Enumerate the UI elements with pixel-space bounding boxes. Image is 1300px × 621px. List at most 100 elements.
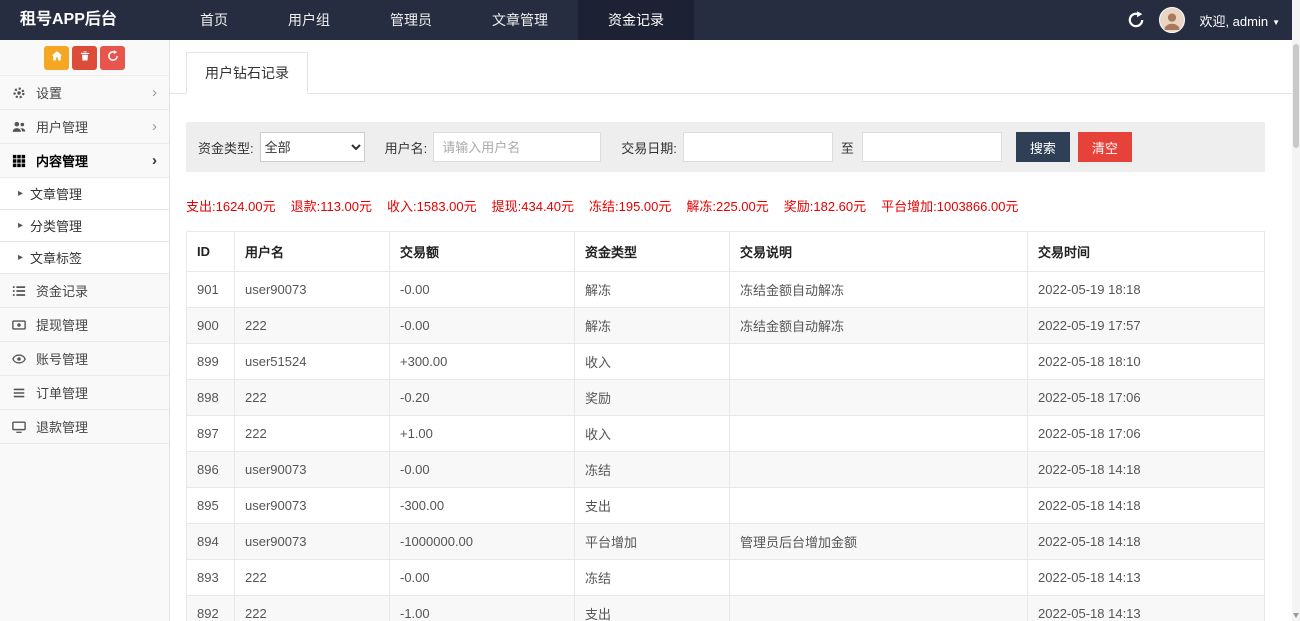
table-row: 899user51524+300.00收入2022-05-18 18:10: [187, 344, 1265, 380]
fund-type-label: 资金类型:: [198, 138, 254, 157]
triangle-right-icon: ▸: [18, 188, 23, 199]
column-header: 用户名: [235, 232, 390, 272]
username-input[interactable]: [433, 132, 601, 162]
table-cell: [730, 560, 1028, 596]
date-to-label: 至: [841, 138, 854, 157]
summary-item: 平台增加:1003866.00元: [881, 199, 1018, 214]
table-cell: 解冻: [575, 308, 730, 344]
table-cell: 2022-05-18 14:18: [1028, 524, 1265, 560]
table-row: 896user90073-0.00冻结2022-05-18 14:18: [187, 452, 1265, 488]
sidebar-item-label: 账号管理: [36, 349, 157, 368]
clear-cache-button[interactable]: [72, 46, 97, 70]
table-cell: [730, 596, 1028, 621]
table-cell: [730, 344, 1028, 380]
column-header: 资金类型: [575, 232, 730, 272]
summary-item: 奖励:182.60元: [784, 199, 866, 214]
sidebar-item[interactable]: 提现管理: [0, 308, 169, 342]
table-cell: 冻结: [575, 452, 730, 488]
records-table-wrap: ID用户名交易额资金类型交易说明交易时间 901user90073-0.00解冻…: [186, 231, 1265, 621]
triangle-right-icon: ▸: [18, 220, 23, 231]
sidebar-item[interactable]: 账号管理: [0, 342, 169, 376]
scrollbar-down-arrow-icon[interactable]: [1293, 613, 1299, 618]
table-row: 895user90073-300.00支出2022-05-18 14:18: [187, 488, 1265, 524]
sidebar-subitem[interactable]: ▸ 分类管理: [0, 210, 169, 242]
nav-item[interactable]: 资金记录: [578, 0, 694, 40]
table-cell: 奖励: [575, 380, 730, 416]
chevron-right-icon: ›: [152, 153, 157, 168]
table-cell: user51524: [235, 344, 390, 380]
summary-item: 收入:1583.00元: [387, 199, 477, 214]
table-cell: 894: [187, 524, 235, 560]
sidebar-item[interactable]: 资金记录: [0, 274, 169, 308]
sidebar-subitem[interactable]: ▸文章管理: [0, 178, 169, 210]
table-cell: 支出: [575, 596, 730, 621]
filter-bar: 资金类型: 全部 用户名: 交易日期: 至 搜索 清空: [186, 122, 1265, 172]
sidebar-item-label: 设置: [36, 83, 152, 102]
table-cell: -0.20: [390, 380, 575, 416]
sidebar-menu: 设置›用户管理›内容管理›▸文章管理▸分类管理▸文章标签资金记录提现管理账号管理…: [0, 76, 169, 444]
scrollbar-thumb[interactable]: [1293, 44, 1299, 148]
sidebar-item-label: 资金记录: [36, 281, 157, 300]
table-cell: 2022-05-18 18:10: [1028, 344, 1265, 380]
nav-item[interactable]: 文章管理: [462, 0, 578, 40]
sidebar-item[interactable]: 订单管理: [0, 376, 169, 410]
clear-button[interactable]: 清空: [1078, 132, 1132, 162]
monitor-icon: [12, 420, 30, 434]
top-nav: 首页用户组管理员文章管理资金记录: [170, 0, 694, 40]
table-cell: 2022-05-19 17:57: [1028, 308, 1265, 344]
header-right: 欢迎, admin▼: [1127, 0, 1300, 40]
trash-icon: [79, 49, 91, 67]
chevron-right-icon: ›: [152, 85, 157, 100]
table-cell: [730, 452, 1028, 488]
refresh-button[interactable]: [100, 46, 125, 70]
table-row: 901user90073-0.00解冻冻结金额自动解冻2022-05-19 18…: [187, 272, 1265, 308]
date-end-input[interactable]: [862, 132, 1002, 162]
nav-item[interactable]: 管理员: [360, 0, 462, 40]
eye-icon: [12, 352, 30, 366]
search-button[interactable]: 搜索: [1016, 132, 1070, 162]
sidebar-item[interactable]: 内容管理›: [0, 144, 169, 178]
date-label: 交易日期:: [621, 138, 677, 157]
column-header: 交易时间: [1028, 232, 1265, 272]
tabs-row: 用户钻石记录: [170, 40, 1292, 94]
sidebar-subitem-label: 分类管理: [30, 216, 82, 235]
sidebar-subitem[interactable]: ▸文章标签: [0, 242, 169, 274]
tab-user-diamond-records[interactable]: 用户钻石记录: [186, 52, 308, 94]
nav-item[interactable]: 用户组: [258, 0, 360, 40]
table-cell: -1000000.00: [390, 524, 575, 560]
sidebar-item[interactable]: 退款管理: [0, 410, 169, 444]
table-row: 893222-0.00冻结2022-05-18 14:13: [187, 560, 1265, 596]
table-cell: -1.00: [390, 596, 575, 621]
sidebar-item-label: 提现管理: [36, 315, 157, 334]
refresh-icon: [107, 49, 119, 67]
table-cell: -0.00: [390, 308, 575, 344]
chevron-right-icon: ›: [152, 119, 157, 134]
grid-icon: [12, 154, 30, 168]
sidebar-item[interactable]: 设置›: [0, 76, 169, 110]
table-cell: 2022-05-18 14:13: [1028, 560, 1265, 596]
fund-type-select[interactable]: 全部: [260, 132, 365, 162]
main-content: 用户钻石记录 资金类型: 全部 用户名: 交易日期: 至 搜索 清空 支出:16…: [170, 40, 1292, 621]
date-start-input[interactable]: [683, 132, 833, 162]
table-cell: 899: [187, 344, 235, 380]
table-cell: 897: [187, 416, 235, 452]
summary-item: 支出:1624.00元: [186, 199, 276, 214]
table-cell: user90073: [235, 524, 390, 560]
user-menu[interactable]: 欢迎, admin▼: [1199, 11, 1280, 30]
summary-bar: 支出:1624.00元退款:113.00元收入:1583.00元提现:434.4…: [186, 196, 1276, 215]
table-cell: user90073: [235, 452, 390, 488]
top-header: 租号APP后台 首页用户组管理员文章管理资金记录 欢迎, admin▼: [0, 0, 1300, 40]
home-button[interactable]: [44, 46, 69, 70]
avatar[interactable]: [1159, 7, 1185, 33]
gear-icon: [12, 86, 30, 100]
quick-buttons: [0, 40, 169, 76]
table-cell: [730, 416, 1028, 452]
table-cell: 222: [235, 596, 390, 621]
sidebar-item-label: 订单管理: [36, 383, 157, 402]
refresh-icon[interactable]: [1127, 11, 1145, 29]
table-cell: 收入: [575, 416, 730, 452]
nav-item[interactable]: 首页: [170, 0, 258, 40]
vertical-scrollbar: [1292, 0, 1300, 621]
sidebar-item[interactable]: 用户管理›: [0, 110, 169, 144]
table-row: 898222-0.20奖励2022-05-18 17:06: [187, 380, 1265, 416]
